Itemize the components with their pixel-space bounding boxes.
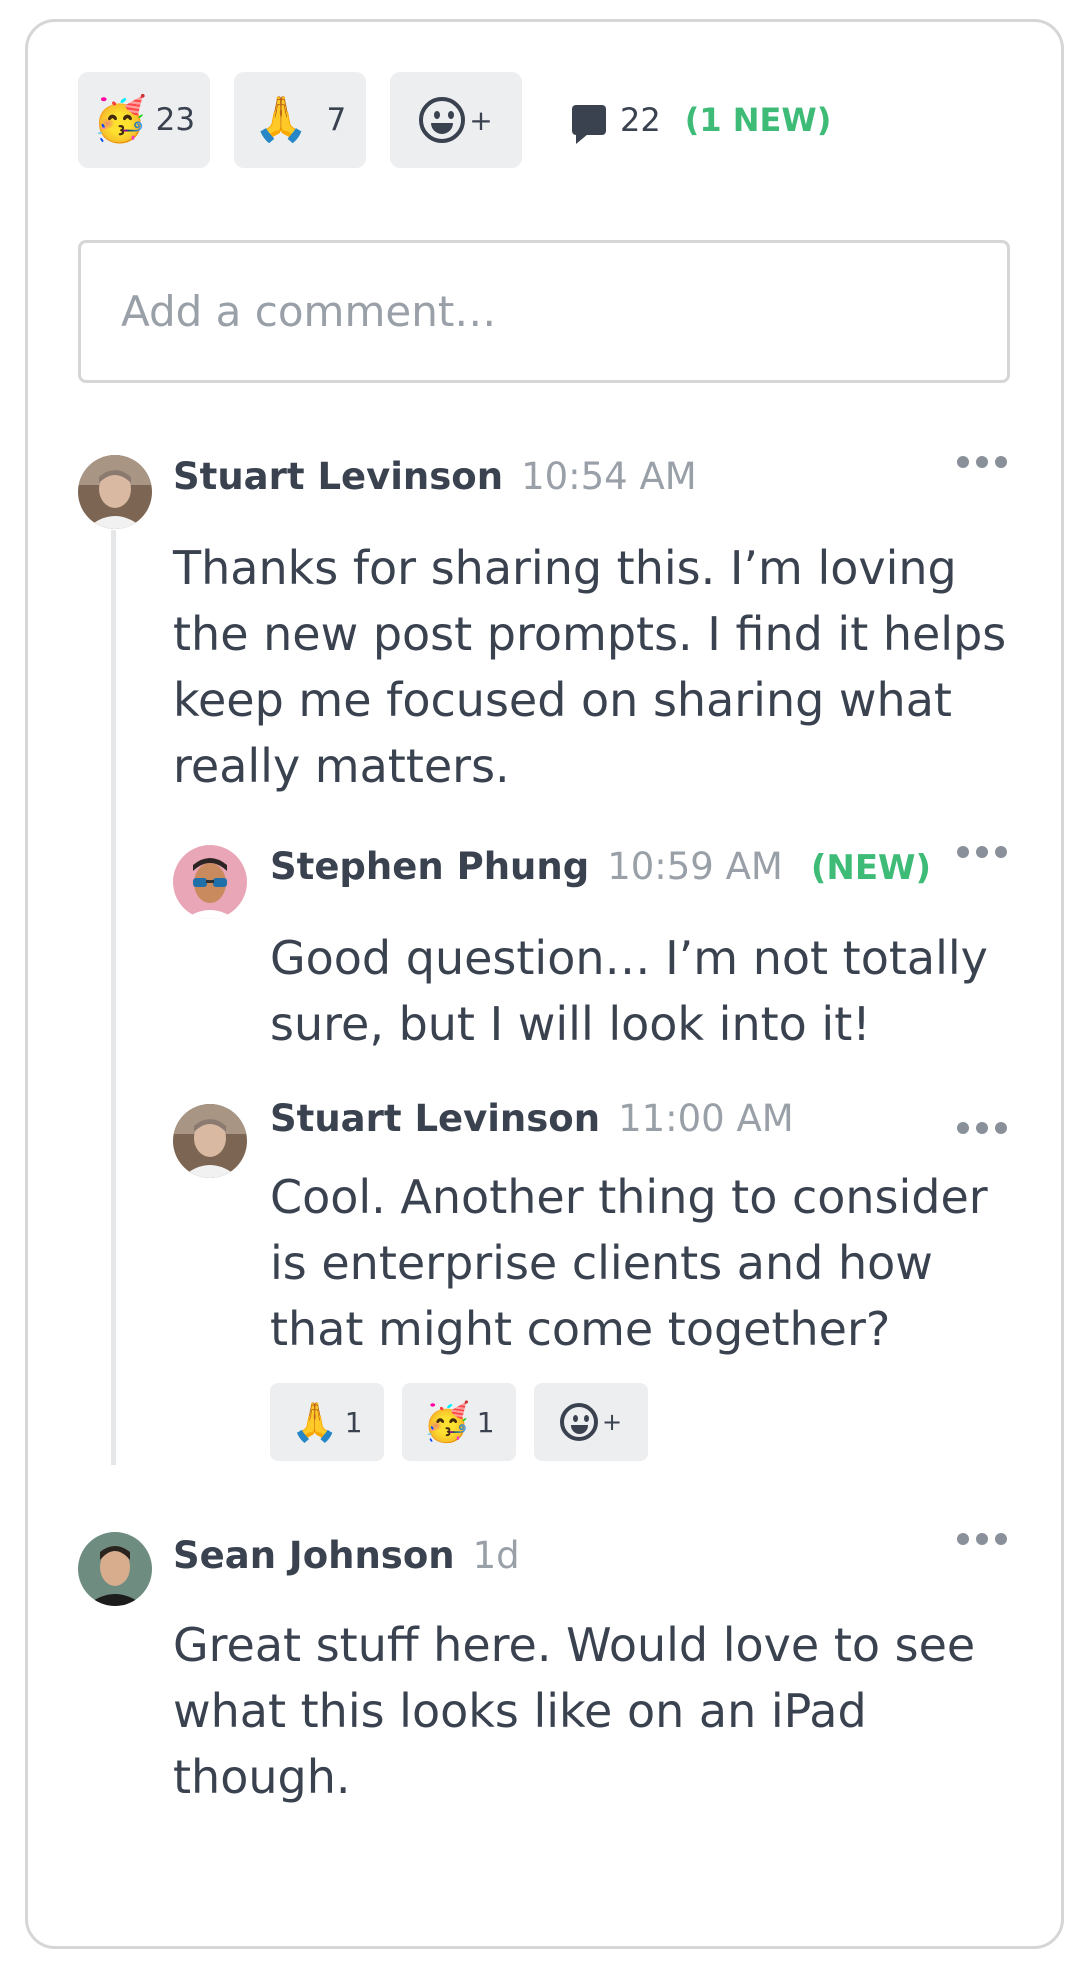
comment-time: 11:00 AM (618, 1097, 794, 1140)
comment-count[interactable]: 22 (1 NEW) (572, 101, 832, 144)
comment-input[interactable] (78, 240, 1010, 383)
comment-text: Good question… I’m not totally sure, but… (270, 931, 988, 1051)
comment-count-value: 22 (620, 101, 661, 139)
comment-time: 10:54 AM (521, 455, 697, 498)
more-options-icon[interactable] (957, 1122, 1007, 1134)
avatar[interactable] (78, 455, 152, 529)
avatar[interactable] (173, 1104, 247, 1178)
party-face-icon: 🥳 (92, 94, 148, 145)
thread-line (111, 530, 116, 1465)
add-reaction-button[interactable]: + (390, 72, 522, 168)
more-options-icon[interactable] (957, 456, 1007, 468)
smiley-icon (559, 1403, 598, 1441)
more-options-icon[interactable] (957, 1533, 1007, 1545)
reaction-count: 7 (326, 102, 347, 138)
comment-author[interactable]: Stuart Levinson (173, 455, 503, 498)
comment-meta: Stuart Levinson 11:00 AM (270, 1097, 794, 1140)
comment-author[interactable]: Stuart Levinson (270, 1097, 600, 1140)
comment-text: Cool. Another thing to consider is enter… (270, 1170, 988, 1356)
comment-author[interactable]: Sean Johnson (173, 1534, 455, 1577)
reaction-count: 1 (476, 1405, 495, 1439)
reaction-party-button[interactable]: 🥳 23 (78, 72, 210, 168)
reaction-party-button[interactable]: 🥳 1 (402, 1383, 516, 1461)
folded-hands-icon: 🙏 (291, 1400, 339, 1444)
comment-time: 1d (472, 1534, 520, 1577)
reaction-pray-button[interactable]: 🙏 7 (234, 72, 366, 168)
plus-icon: + (601, 1408, 623, 1436)
party-face-icon: 🥳 (423, 1400, 471, 1444)
comment-bubble-icon (572, 105, 606, 144)
comment-meta: Sean Johnson 1d (173, 1534, 520, 1577)
reply-reactions: 🙏 1 🥳 1 + (270, 1383, 666, 1461)
plus-icon: + (469, 103, 493, 137)
reaction-count: 23 (155, 102, 196, 138)
more-options-icon[interactable] (957, 846, 1007, 858)
folded-hands-icon: 🙏 (253, 94, 309, 145)
reaction-bar: 🥳 23 🙏 7 + 22 (1 NEW) (78, 72, 831, 168)
add-reaction-button[interactable]: + (534, 1383, 648, 1461)
avatar[interactable] (173, 845, 247, 919)
comment-meta: Stephen Phung 10:59 AM (NEW) (270, 845, 931, 888)
reaction-pray-button[interactable]: 🙏 1 (270, 1383, 384, 1461)
smiley-icon (419, 97, 466, 143)
new-comments-badge: (1 NEW) (684, 101, 832, 139)
comment-meta: Stuart Levinson 10:54 AM (173, 455, 697, 498)
reaction-count: 1 (344, 1405, 363, 1439)
comment-text: Thanks for sharing this. I’m loving the … (173, 541, 1007, 793)
comment-author[interactable]: Stephen Phung (270, 845, 589, 888)
comment-time: 10:59 AM (607, 845, 783, 888)
comment-text: Great stuff here. Would love to see what… (173, 1618, 976, 1804)
avatar[interactable] (78, 1532, 152, 1606)
new-badge: (NEW) (810, 848, 932, 888)
